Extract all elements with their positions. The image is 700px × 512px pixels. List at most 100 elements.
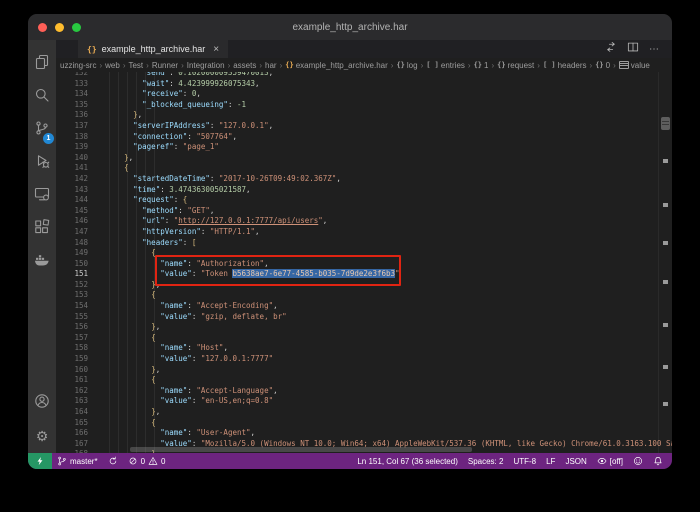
- line-number[interactable]: 132: [56, 72, 97, 79]
- activity-docker[interactable]: [28, 246, 56, 279]
- code-line[interactable]: 143 "time": 3.474363005021587,: [56, 185, 672, 196]
- line-number[interactable]: 150: [56, 259, 97, 270]
- line-number[interactable]: 138: [56, 132, 97, 143]
- code-line[interactable]: 148 "headers": [: [56, 238, 672, 249]
- code-line[interactable]: 158 "name": "Host",: [56, 343, 672, 354]
- breadcrumb-item-1[interactable]: {}1: [474, 61, 489, 70]
- code-line[interactable]: 156 },: [56, 322, 672, 333]
- statusbar-feedback[interactable]: [628, 453, 648, 469]
- code-line[interactable]: 138 "connection": "507764",: [56, 132, 672, 143]
- line-number[interactable]: 134: [56, 89, 97, 100]
- line-number[interactable]: 161: [56, 375, 97, 386]
- code-line[interactable]: 137 "serverIPAddress": "127.0.0.1",: [56, 121, 672, 132]
- vertical-scrollbar[interactable]: [661, 117, 670, 130]
- code-line[interactable]: 166 "name": "User-Agent",: [56, 428, 672, 439]
- statusbar-cursor-position[interactable]: Ln 151, Col 67 (36 selected): [352, 453, 463, 469]
- line-number[interactable]: 145: [56, 206, 97, 217]
- code-line[interactable]: 139 "pageref": "page_1": [56, 142, 672, 153]
- close-button[interactable]: [38, 23, 47, 32]
- statusbar-eol[interactable]: LF: [541, 453, 560, 469]
- activity-account[interactable]: [28, 387, 56, 420]
- line-number[interactable]: 165: [56, 418, 97, 429]
- code-line[interactable]: 141 {: [56, 163, 672, 174]
- line-number[interactable]: 162: [56, 386, 97, 397]
- code-line[interactable]: 163 "value": "en-US,en;q=0.8": [56, 396, 672, 407]
- breadcrumb-item-runner[interactable]: Runner: [152, 61, 178, 70]
- activity-source-control[interactable]: 1: [28, 114, 56, 147]
- zoom-button[interactable]: [72, 23, 81, 32]
- line-number[interactable]: 149: [56, 248, 97, 259]
- statusbar-off-indicator[interactable]: [off]: [592, 453, 628, 469]
- line-number[interactable]: 143: [56, 185, 97, 196]
- activity-search[interactable]: [28, 81, 56, 114]
- code-line[interactable]: 142 "startedDateTime": "2017-10-26T09:49…: [56, 174, 672, 185]
- code-line[interactable]: 162 "name": "Accept-Language",: [56, 386, 672, 397]
- statusbar-sync[interactable]: [103, 453, 123, 469]
- code-line[interactable]: 157 {: [56, 333, 672, 344]
- breadcrumb-item-value[interactable]: value: [619, 61, 650, 70]
- line-number[interactable]: 166: [56, 428, 97, 439]
- line-number[interactable]: 153: [56, 290, 97, 301]
- line-number[interactable]: 146: [56, 216, 97, 227]
- activity-settings[interactable]: ⚙: [28, 420, 56, 453]
- more-actions-icon[interactable]: ⋯: [649, 44, 660, 55]
- line-number[interactable]: 155: [56, 312, 97, 323]
- code-line[interactable]: 146 "url": "http://127.0.0.1:7777/api/us…: [56, 216, 672, 227]
- breadcrumb-item-example-http-archive-har[interactable]: {}example_http_archive.har: [285, 61, 388, 70]
- line-number[interactable]: 159: [56, 354, 97, 365]
- line-number[interactable]: 141: [56, 163, 97, 174]
- statusbar-indentation[interactable]: Spaces: 2: [463, 453, 509, 469]
- statusbar-notifications[interactable]: [648, 453, 668, 469]
- open-changes-icon[interactable]: [605, 40, 617, 58]
- activity-run-debug[interactable]: [28, 147, 56, 180]
- tab-example-http-archive[interactable]: {} example_http_archive.har ×: [78, 40, 228, 58]
- code-line[interactable]: 136 },: [56, 110, 672, 121]
- horizontal-scrollbar[interactable]: [130, 447, 472, 452]
- title-bar[interactable]: example_http_archive.har: [28, 14, 672, 40]
- code-line[interactable]: 134 "receive": 0,: [56, 89, 672, 100]
- breadcrumb-item-headers[interactable]: [ ]headers: [543, 61, 587, 70]
- code-line[interactable]: 144 "request": {: [56, 195, 672, 206]
- code-line[interactable]: 161 {: [56, 375, 672, 386]
- line-number[interactable]: 136: [56, 110, 97, 121]
- code-line[interactable]: 165 {: [56, 418, 672, 429]
- line-number[interactable]: 151: [56, 269, 97, 280]
- statusbar-encoding[interactable]: UTF-8: [508, 453, 541, 469]
- line-number[interactable]: 156: [56, 322, 97, 333]
- code-line[interactable]: 140 },: [56, 153, 672, 164]
- line-number[interactable]: 154: [56, 301, 97, 312]
- line-number[interactable]: 133: [56, 79, 97, 90]
- breadcrumb-item-test[interactable]: Test: [128, 61, 143, 70]
- line-number[interactable]: 167: [56, 439, 97, 450]
- line-number[interactable]: 147: [56, 227, 97, 238]
- line-number[interactable]: 152: [56, 280, 97, 291]
- line-number[interactable]: 163: [56, 396, 97, 407]
- line-number[interactable]: 135: [56, 100, 97, 111]
- line-number[interactable]: 140: [56, 153, 97, 164]
- code-line[interactable]: 135 "_blocked_queueing": -1: [56, 100, 672, 111]
- code-line[interactable]: 133 "wait": 4.423999926075343,: [56, 79, 672, 90]
- line-number[interactable]: 164: [56, 407, 97, 418]
- line-number[interactable]: 168: [56, 449, 97, 453]
- url-link[interactable]: http://127.0.0.1:7777/api/users: [178, 216, 318, 225]
- code-line[interactable]: 132 "send": 0.102000009359470013,: [56, 72, 672, 79]
- line-number[interactable]: 157: [56, 333, 97, 344]
- breadcrumb-item-entries[interactable]: [ ]entries: [426, 61, 465, 70]
- line-number[interactable]: 139: [56, 142, 97, 153]
- code-line[interactable]: 164 },: [56, 407, 672, 418]
- line-number[interactable]: 148: [56, 238, 97, 249]
- breadcrumb-item-request[interactable]: {}request: [497, 61, 534, 70]
- line-number[interactable]: 144: [56, 195, 97, 206]
- code-line[interactable]: 153 {: [56, 290, 672, 301]
- statusbar-remote-indicator[interactable]: [28, 453, 52, 469]
- line-number[interactable]: 158: [56, 343, 97, 354]
- activity-explorer[interactable]: [28, 48, 56, 81]
- line-number[interactable]: 160: [56, 365, 97, 376]
- activity-remote-explorer[interactable]: [28, 180, 56, 213]
- activity-extensions[interactable]: [28, 213, 56, 246]
- breadcrumb-item-uzzing-src[interactable]: uzzing-src: [60, 61, 96, 70]
- breadcrumb-item-0[interactable]: {}0: [595, 61, 610, 70]
- breadcrumb-item-integration[interactable]: Integration: [187, 61, 225, 70]
- breadcrumb-item-web[interactable]: web: [105, 61, 120, 70]
- minimize-button[interactable]: [55, 23, 64, 32]
